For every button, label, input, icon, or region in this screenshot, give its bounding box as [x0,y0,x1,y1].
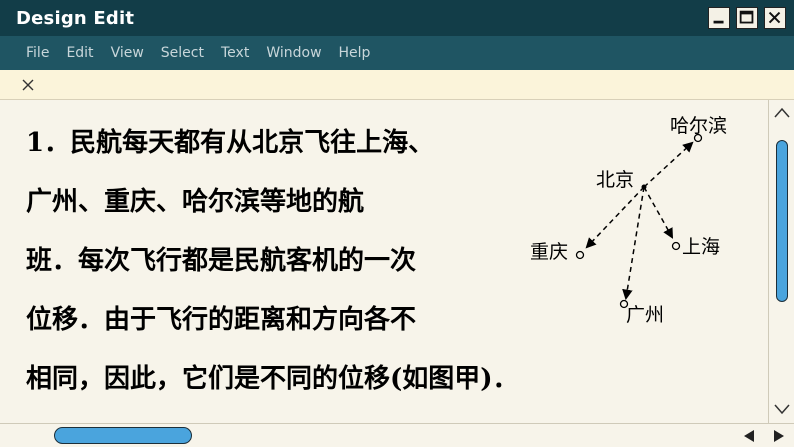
maximize-icon [739,10,754,24]
menu-select[interactable]: Select [161,45,204,61]
label-chongqing: 重庆 [530,241,568,263]
maximize-button[interactable] [736,7,758,29]
close-button[interactable] [764,7,786,29]
scroll-down-icon[interactable] [773,402,791,416]
document-canvas[interactable]: 1．民航每天都有从北京飞往上海、 广州、重庆、哈尔滨等地的航 班．每次飞行都是民… [0,100,768,423]
horizontal-scrollbar[interactable] [0,423,794,447]
minimize-button[interactable] [708,7,730,29]
menu-edit[interactable]: Edit [66,45,93,61]
route-chongqing [585,186,645,249]
text-line: 相同，因此，它们是不同的位移(如图甲)． [26,364,519,394]
tab-strip [0,70,794,100]
menu-bar: File Edit View Select Text Window Help [0,36,794,70]
label-guangzhou: 广州 [626,304,664,326]
menu-text[interactable]: Text [221,45,249,61]
label-beijing: 北京 [596,169,634,191]
text-line: 班．每次飞行都是民航客机的一次 [26,246,417,276]
point-shanghai [671,241,681,251]
vertical-scrollbar[interactable] [768,100,794,423]
route-harbin [643,141,694,188]
close-icon[interactable] [20,77,36,93]
scroll-right-icon[interactable] [768,428,788,444]
text-line: 广州、重庆、哈尔滨等地的航 [26,187,365,217]
flight-route-diagram: 北京 哈尔滨 上海 重庆 广州 [530,115,727,326]
point-chongqing [575,250,585,260]
menu-view[interactable]: View [111,45,144,61]
route-shanghai [643,186,674,239]
menu-file[interactable]: File [26,45,49,61]
minimize-icon [713,20,724,24]
label-shanghai: 上海 [682,236,720,258]
text-line: 1．民航每天都有从北京飞往上海、 [26,128,435,158]
scroll-up-icon[interactable] [773,106,791,120]
vertical-scroll-thumb[interactable] [776,140,788,302]
window-controls [708,7,786,29]
menu-window[interactable]: Window [266,45,321,61]
menu-help[interactable]: Help [339,45,371,61]
problem-text: 1．民航每天都有从北京飞往上海、 广州、重庆、哈尔滨等地的航 班．每次飞行都是民… [26,114,519,409]
title-bar: Design Edit [0,0,794,36]
scroll-left-icon[interactable] [740,428,760,444]
horizontal-scroll-thumb[interactable] [54,427,192,444]
label-harbin: 哈尔滨 [670,115,727,137]
window-title: Design Edit [16,7,135,29]
close-icon [768,11,781,24]
text-line: 位移．由于飞行的距离和方向各不 [26,305,417,335]
